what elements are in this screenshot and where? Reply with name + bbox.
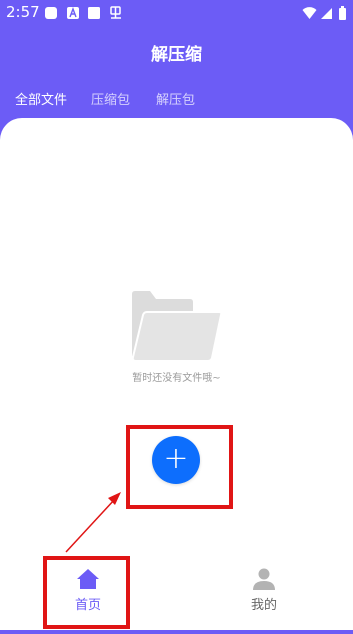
wifi-icon <box>302 5 317 19</box>
status-bar: 2:57 <box>0 0 353 26</box>
home-icon <box>76 568 100 594</box>
bug-icon <box>108 5 122 19</box>
person-icon <box>252 568 276 594</box>
battery-icon <box>338 5 352 20</box>
tab-archives[interactable]: 压缩包 <box>91 89 130 108</box>
fab-highlight-box <box>126 425 233 509</box>
signal-icon <box>320 5 334 19</box>
nav-home[interactable]: 首页 <box>48 568 128 616</box>
nav-mine-label: 我的 <box>250 598 277 613</box>
nav-home-label: 首页 <box>74 598 101 613</box>
folder-icon <box>130 290 223 362</box>
square-icon <box>87 5 101 19</box>
a-icon <box>66 5 80 19</box>
page-title: 解压缩 <box>151 45 202 65</box>
notification-square-icon <box>44 5 58 19</box>
nav-mine[interactable]: 我的 <box>224 568 304 616</box>
tab-extracted[interactable]: 解压包 <box>156 89 195 108</box>
empty-state-text: 暂时还没有文件哦~ <box>132 373 221 384</box>
tab-all-files[interactable]: 全部文件 <box>15 89 67 108</box>
status-time: 2:57 <box>6 3 40 21</box>
